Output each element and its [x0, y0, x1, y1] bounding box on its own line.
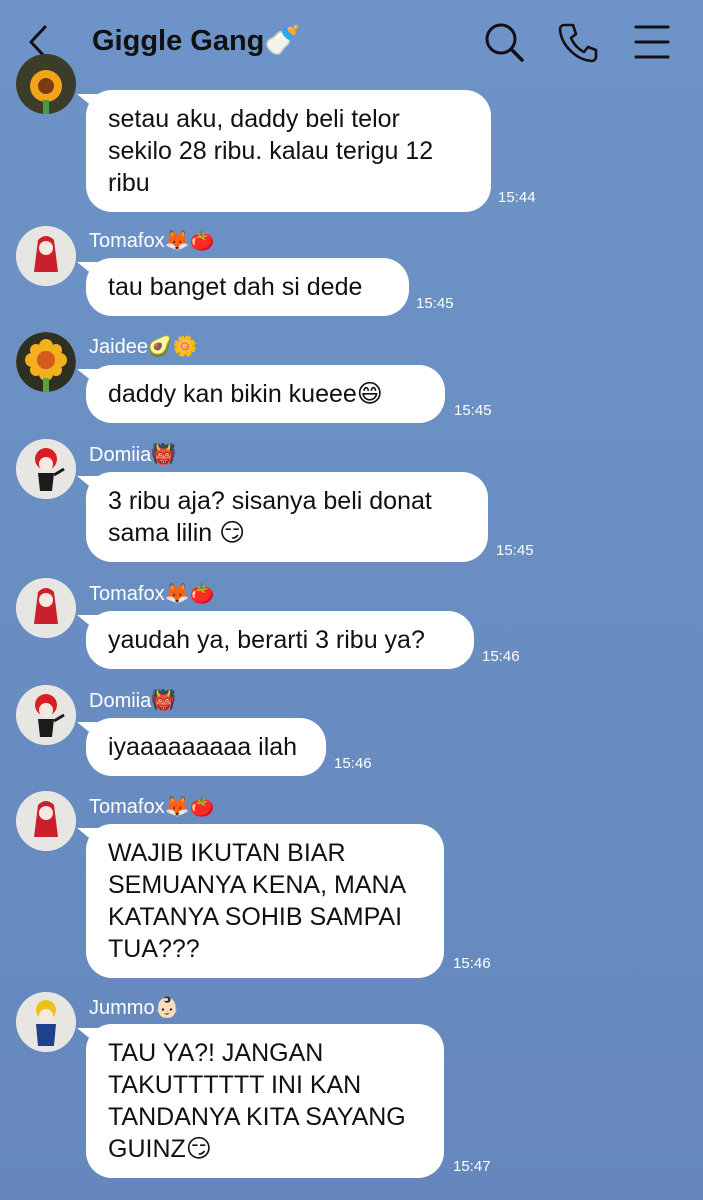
blue-character-avatar-icon — [16, 992, 76, 1052]
red-haired-character-avatar-icon — [16, 685, 76, 745]
red-hood-avatar-icon — [16, 578, 76, 638]
message-bubble[interactable]: daddy kan bikin kueee😄 — [86, 365, 445, 423]
message-time: 15:45 — [496, 542, 534, 559]
message-time: 15:46 — [482, 648, 520, 665]
red-haired-character-avatar-icon — [16, 439, 76, 499]
sender-name: Tomafox🦊🍅 — [89, 796, 215, 818]
message-time: 15:46 — [334, 755, 372, 772]
message-bubble[interactable]: tau banget dah si dede — [86, 258, 409, 316]
message-time: 15:45 — [454, 402, 492, 419]
sender-name: Jummo👶🏻 — [89, 997, 180, 1019]
call-button[interactable] — [556, 20, 600, 64]
avatar[interactable] — [16, 791, 76, 851]
phone-icon — [558, 23, 598, 63]
message-bubble[interactable]: TAU YA?! JANGAN TAKUTTTTTT INI KAN TANDA… — [86, 1024, 444, 1178]
avatar[interactable] — [16, 54, 76, 114]
message-bubble[interactable]: yaudah ya, berarti 3 ribu ya? — [86, 611, 474, 669]
message-bubble[interactable]: 3 ribu aja? sisanya beli donat sama lili… — [86, 472, 488, 562]
sender-name: Jaidee🥑🌼 — [89, 336, 198, 358]
red-hood-avatar-icon — [16, 226, 76, 286]
sender-name: Domiia👹 — [89, 444, 177, 466]
avatar[interactable] — [16, 578, 76, 638]
search-button[interactable] — [482, 20, 526, 64]
avatar[interactable] — [16, 992, 76, 1052]
sunflower-avatar-icon — [16, 332, 76, 392]
message-list[interactable]: setau aku, daddy beli telor sekilo 28 ri… — [0, 54, 703, 1200]
message-bubble[interactable]: iyaaaaaaaaa ilah — [86, 718, 326, 776]
sender-name: Tomafox🦊🍅 — [89, 230, 215, 252]
avatar[interactable] — [16, 332, 76, 392]
avatar[interactable] — [16, 685, 76, 745]
message-time: 15:46 — [453, 955, 491, 972]
message-time: 15:44 — [498, 189, 536, 206]
chat-title[interactable]: Giggle Gang🍼 — [92, 24, 301, 58]
search-icon — [485, 23, 524, 62]
menu-icon — [634, 25, 670, 59]
sender-name: Domiia👹 — [89, 690, 177, 712]
chat-header: Giggle Gang🍼 — [0, 0, 703, 82]
avatar[interactable] — [16, 226, 76, 286]
message-time: 15:47 — [453, 1158, 491, 1175]
sender-name: Tomafox🦊🍅 — [89, 583, 215, 605]
red-hood-avatar-icon — [16, 791, 76, 851]
avatar[interactable] — [16, 439, 76, 499]
menu-button[interactable] — [630, 20, 674, 64]
message-time: 15:45 — [416, 295, 454, 312]
message-bubble[interactable]: WAJIB IKUTAN BIAR SEMUANYA KENA, MANA KA… — [86, 824, 444, 978]
message-bubble[interactable]: setau aku, daddy beli telor sekilo 28 ri… — [86, 90, 491, 212]
sunflower-avatar-icon — [16, 54, 76, 114]
